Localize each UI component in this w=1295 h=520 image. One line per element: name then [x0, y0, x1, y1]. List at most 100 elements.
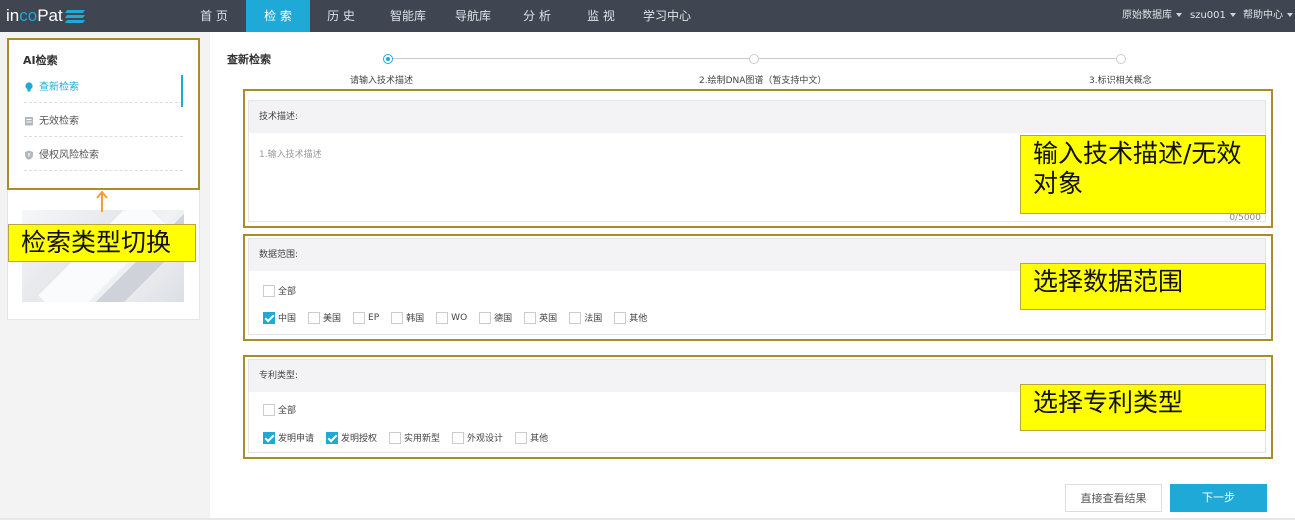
- scope-checkbox-china[interactable]: 中国: [263, 311, 296, 324]
- arrow-up-icon: [96, 191, 108, 212]
- checkbox-checked-icon: [263, 311, 275, 324]
- checkbox-icon: [452, 431, 465, 444]
- nav-monitor[interactable]: 监 视: [572, 0, 630, 32]
- nav-learning-center[interactable]: 学习中心: [637, 0, 697, 32]
- nav-smart-library[interactable]: 智能库: [378, 0, 438, 32]
- checkbox-label: 其他: [530, 434, 549, 444]
- page-title: 查新检索: [227, 53, 271, 66]
- database-label: 原始数据库: [1122, 10, 1172, 21]
- scope-options-row: 中国 美国 EP 韩国 WO 德国 英国 法国 其他: [263, 311, 659, 324]
- sidebar-item-invalidation-search[interactable]: 无效检索: [24, 107, 183, 137]
- patent-checkbox-utility-model[interactable]: 实用新型: [389, 431, 440, 444]
- step-label-2: 2.绘制DNA图谱（暂支持中文）: [699, 76, 827, 86]
- logo-text-mid: co: [19, 6, 38, 25]
- checkbox-icon: [614, 311, 627, 324]
- checkbox-icon: [524, 311, 537, 324]
- document-icon: [25, 117, 33, 126]
- checkbox-label: WO: [451, 312, 468, 323]
- scope-checkbox-ep[interactable]: EP: [353, 311, 380, 324]
- chevron-down-icon: [1287, 13, 1293, 17]
- nav-search[interactable]: 检 索: [246, 0, 310, 32]
- checkbox-label: 德国: [494, 314, 513, 324]
- tech-description-input[interactable]: 1.输入技术描述: [259, 147, 322, 160]
- checkbox-label: 实用新型: [404, 434, 441, 444]
- checkbox-icon: [353, 311, 366, 324]
- checkbox-label: EP: [368, 312, 380, 323]
- scope-checkbox-germany[interactable]: 德国: [479, 311, 512, 324]
- patent-checkbox-all[interactable]: 全部: [263, 403, 296, 416]
- checkbox-icon: [389, 431, 402, 444]
- patent-all-row: 全部: [263, 403, 308, 416]
- sidebar-item-label: 侵权风险检索: [39, 150, 99, 161]
- checkbox-icon: [308, 311, 321, 324]
- patent-checkbox-invention-grant[interactable]: 发明授权: [326, 431, 377, 444]
- scope-checkbox-korea[interactable]: 韩国: [391, 311, 424, 324]
- logo-text-prefix: in: [6, 6, 20, 25]
- annotation-patent-type: 选择专利类型: [1020, 384, 1266, 431]
- checkbox-label: 中国: [278, 314, 297, 324]
- checkbox-icon: [436, 311, 449, 324]
- checkbox-icon: [515, 431, 528, 444]
- checkbox-icon: [569, 311, 582, 324]
- checkbox-label: 英国: [539, 314, 558, 324]
- logo-mark-icon: [64, 9, 85, 23]
- scope-checkbox-all[interactable]: 全部: [263, 284, 296, 297]
- step-dot-3[interactable]: [1116, 54, 1126, 64]
- step-dot-2[interactable]: [749, 54, 759, 64]
- help-label: 帮助中心: [1243, 10, 1283, 21]
- scope-checkbox-uk[interactable]: 英国: [524, 311, 557, 324]
- user-dropdown[interactable]: szu001: [1190, 0, 1236, 32]
- chevron-down-icon: [1229, 13, 1236, 17]
- patent-checkbox-other[interactable]: 其他: [515, 431, 548, 444]
- sidebar-item-label: 无效检索: [39, 116, 79, 127]
- sidebar-title: AI检索: [23, 54, 58, 67]
- incopat-logo[interactable]: in co Pat: [6, 6, 85, 26]
- bulb-icon: [25, 82, 33, 92]
- checkbox-label: 其他: [629, 314, 648, 324]
- scope-checkbox-wo[interactable]: WO: [436, 311, 468, 324]
- nav-history[interactable]: 历 史: [312, 0, 370, 32]
- logo-text-suffix: Pat: [37, 6, 63, 25]
- tech-description-header: 技术描述:: [249, 101, 1265, 133]
- checkbox-icon: [479, 311, 492, 324]
- checkbox-label: 全部: [278, 287, 297, 297]
- help-dropdown[interactable]: 帮助中心: [1243, 0, 1293, 32]
- nav-analysis[interactable]: 分 析: [508, 0, 566, 32]
- step-label-1: 请输入技术描述: [350, 76, 414, 86]
- nav-navigation-library[interactable]: 导航库: [443, 0, 503, 32]
- annotation-data-scope: 选择数据范围: [1020, 263, 1266, 310]
- checkbox-label: 美国: [323, 314, 342, 324]
- checkbox-checked-icon: [326, 431, 339, 444]
- view-results-button[interactable]: 直接查看结果: [1065, 484, 1162, 512]
- checkbox-label: 全部: [278, 406, 297, 416]
- chevron-down-icon: [1176, 13, 1182, 17]
- database-dropdown[interactable]: 原始数据库: [1122, 0, 1182, 32]
- scope-checkbox-other[interactable]: 其他: [614, 311, 647, 324]
- checkbox-label: 韩国: [406, 314, 425, 324]
- step-label-3: 3.标识相关概念: [1089, 76, 1152, 86]
- annotation-tech-description: 输入技术描述/无效对象: [1020, 135, 1266, 214]
- checkbox-checked-icon: [263, 431, 275, 444]
- scope-all-row: 全部: [263, 284, 308, 297]
- user-label: szu001: [1190, 10, 1226, 21]
- nav-home[interactable]: 首 页: [185, 0, 243, 32]
- patent-checkbox-invention-application[interactable]: 发明申请: [263, 431, 314, 444]
- annotation-search-type: 检索类型切换: [8, 224, 196, 262]
- checkbox-icon: [263, 403, 275, 416]
- step-dot-1[interactable]: [383, 54, 393, 64]
- scope-checkbox-france[interactable]: 法国: [569, 311, 602, 324]
- sidebar-item-novelty-search[interactable]: 查新检索: [24, 73, 183, 107]
- checkbox-label: 发明授权: [341, 434, 378, 444]
- sidebar-item-label: 查新检索: [39, 82, 79, 93]
- checkbox-label: 外观设计: [467, 434, 504, 444]
- patent-checkbox-design[interactable]: 外观设计: [452, 431, 503, 444]
- patent-options-row: 发明申请 发明授权 实用新型 外观设计 其他: [263, 431, 560, 444]
- char-counter: 0/5000: [1229, 213, 1261, 223]
- shield-icon: [25, 150, 33, 160]
- sidebar-item-infringement-search[interactable]: 侵权风险检索: [24, 141, 183, 171]
- scope-checkbox-us[interactable]: 美国: [308, 311, 341, 324]
- checkbox-label: 发明申请: [278, 434, 315, 444]
- checkbox-label: 法国: [584, 314, 603, 324]
- next-step-button[interactable]: 下一步: [1170, 484, 1267, 512]
- checkbox-icon: [391, 311, 404, 324]
